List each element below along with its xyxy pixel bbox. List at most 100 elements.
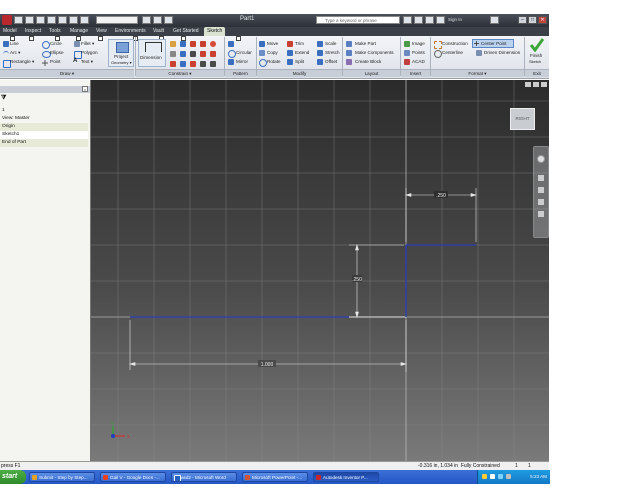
parallel-icon[interactable] [170, 51, 176, 57]
text-button[interactable]: Text ▾ [81, 59, 93, 65]
viewport-window-controls[interactable] [525, 82, 547, 88]
concentric-icon[interactable] [190, 41, 196, 47]
centerline-icon[interactable] [434, 50, 442, 58]
coincident-icon[interactable] [170, 41, 176, 47]
copy-button[interactable]: Copy [267, 50, 278, 55]
make-components-button[interactable]: Make Components [355, 50, 394, 55]
offset-button[interactable]: Offset [325, 59, 337, 64]
make-components-icon[interactable] [346, 50, 352, 56]
look-at-icon[interactable] [538, 211, 544, 217]
rectangle-button[interactable]: Rectangle ▾ [10, 59, 34, 65]
zoom-icon[interactable] [538, 187, 544, 193]
tab-manage[interactable]: Manage [70, 27, 88, 36]
layout-panel-label[interactable]: Layout [343, 69, 400, 77]
line-icon[interactable] [3, 41, 9, 47]
collinear-icon[interactable] [180, 41, 186, 47]
material-dropdown[interactable] [96, 16, 138, 24]
centerline-button[interactable]: Centerline [442, 50, 463, 55]
pattern-panel-label[interactable]: Pattern [225, 69, 256, 77]
make-part-icon[interactable] [346, 41, 352, 47]
move-button[interactable]: Move [267, 41, 278, 46]
tangent-icon[interactable] [170, 61, 176, 67]
taskbar-item[interactable]: asd2 - Microsoft Word [171, 472, 237, 482]
tab-inspect[interactable]: Inspect [25, 27, 41, 36]
mirror-button[interactable]: Mirror [236, 59, 248, 64]
stretch-button[interactable]: Stretch [325, 50, 340, 55]
circular-pattern-button[interactable]: Circular [236, 50, 252, 55]
ellipse-button[interactable]: Ellipse [50, 50, 64, 55]
point-icon[interactable] [42, 60, 48, 66]
point-button[interactable]: Point [50, 59, 60, 64]
open-icon[interactable] [25, 16, 34, 24]
perpendicular-icon[interactable] [180, 51, 186, 57]
polygon-button[interactable]: Polygon [81, 50, 98, 55]
construction-button[interactable]: Construction [442, 41, 468, 46]
update-icon[interactable] [142, 16, 151, 24]
project-geometry-button[interactable]: Project Geometry ▾ [108, 39, 134, 67]
tab-tools[interactable]: Tools [49, 27, 61, 36]
copy-icon[interactable] [259, 50, 265, 56]
rotate-button[interactable]: Rotate [267, 59, 281, 64]
dimension-width[interactable]: 1.000 [261, 362, 274, 368]
graphics-window[interactable]: 1.000 .250 .250 Y X [91, 80, 549, 461]
tab-get-started[interactable]: Get Started [173, 27, 199, 36]
app-logo-icon[interactable] [2, 15, 12, 25]
split-icon[interactable] [287, 59, 293, 65]
offset-icon[interactable] [317, 59, 323, 65]
dimension-step[interactable]: .250 [436, 193, 446, 199]
volume-icon[interactable] [506, 474, 511, 479]
extend-icon[interactable] [287, 50, 293, 56]
fillet-icon[interactable] [74, 41, 80, 47]
pan-icon[interactable] [538, 175, 544, 181]
arc-icon[interactable] [3, 51, 9, 58]
filter-icon[interactable]: ⧩ [1, 95, 6, 102]
rotate-icon[interactable] [259, 59, 267, 67]
circular-pattern-icon[interactable] [228, 50, 236, 58]
split-button[interactable]: Split [295, 59, 304, 64]
communication-icon[interactable] [414, 16, 423, 24]
taskbar-item-active[interactable]: Autodesk Inventor P... [313, 472, 379, 482]
close-button[interactable]: ✕ [538, 16, 547, 24]
help-search-input[interactable]: Type a keyword or phrase [316, 16, 400, 24]
stretch-icon[interactable] [317, 50, 323, 56]
trim-icon[interactable] [287, 41, 293, 47]
show-constraints-icon[interactable] [210, 41, 216, 47]
tray-icon[interactable] [490, 474, 495, 479]
viewcube[interactable]: RIGHT [510, 108, 535, 130]
extend-button[interactable]: Extend [295, 50, 309, 55]
constraint-settings-icon[interactable] [210, 61, 216, 67]
fillet-button[interactable]: Fillet ▾ [81, 41, 94, 47]
orbit-icon[interactable] [538, 199, 544, 205]
taskbar-item[interactable]: Gail V - Google Docs -... [100, 472, 166, 482]
trim-button[interactable]: Trim [295, 41, 304, 46]
line-button[interactable]: Line [10, 41, 19, 46]
acad-icon[interactable] [404, 59, 410, 65]
mirror-icon[interactable] [228, 59, 234, 65]
viewport-close-icon[interactable] [541, 82, 547, 87]
constrain-panel-label[interactable]: Constrain ▾ [136, 69, 224, 77]
image-icon[interactable] [404, 41, 410, 47]
navigation-bar[interactable] [533, 146, 549, 238]
sketch-canvas[interactable]: 1.000 .250 .250 Y X [91, 80, 549, 461]
help-icon[interactable] [490, 16, 499, 24]
save-icon[interactable] [36, 16, 45, 24]
scale-button[interactable]: Scale [325, 41, 337, 46]
circle-icon[interactable] [42, 41, 50, 49]
tree-item-sketch1[interactable]: Sketch1 [0, 131, 88, 139]
search-button-icon[interactable] [403, 16, 412, 24]
maximize-button[interactable]: □ [528, 16, 537, 24]
minimize-button[interactable]: – [518, 16, 527, 24]
tab-vault[interactable]: Vault [153, 27, 164, 36]
tray-icon[interactable] [498, 474, 503, 479]
create-block-button[interactable]: Create Block [355, 59, 381, 64]
measure-icon[interactable] [164, 16, 173, 24]
tree-item-view-master[interactable]: View: Master [0, 115, 88, 123]
dimension-button[interactable]: Dimension [138, 39, 166, 67]
insert-panel-label[interactable]: Insert [401, 69, 430, 77]
redo-icon[interactable] [58, 16, 67, 24]
sign-in-link[interactable]: Sign In [448, 17, 462, 22]
fix-icon[interactable] [200, 41, 206, 47]
finish-sketch-button[interactable]: Finish Sketch [527, 38, 547, 68]
tab-view[interactable]: View [96, 27, 107, 36]
tab-sketch[interactable]: Sketch [204, 27, 226, 36]
